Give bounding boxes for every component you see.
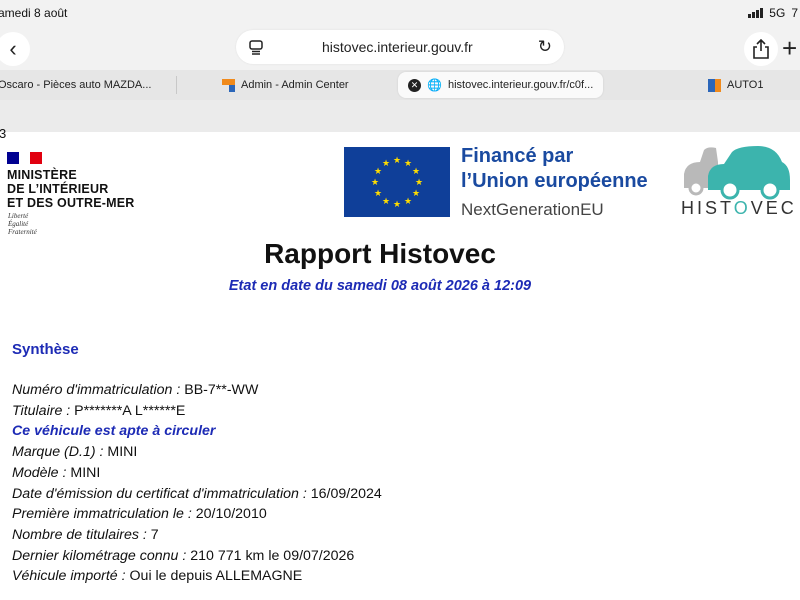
field-label: Date d'émission du certificat d'immatric… — [12, 485, 307, 502]
eu-line: l’Union européenne — [461, 170, 648, 192]
reload-icon[interactable]: ↻ — [538, 37, 552, 57]
tab-oscaro[interactable]: Oscaro - Pièces auto MAZDA... — [0, 70, 151, 100]
tab-label: Admin - Admin Center — [241, 79, 349, 91]
field-value: P*******A L******E — [74, 402, 186, 419]
field-label: Titulaire : — [12, 402, 71, 419]
svg-text:★: ★ — [374, 189, 382, 199]
field-value: 210 771 km le 09/07/2026 — [190, 547, 355, 564]
marianne-logo — [7, 152, 43, 164]
svg-text:★: ★ — [382, 159, 390, 169]
field-value: MINI — [70, 464, 101, 481]
tab-label: Oscaro - Pièces auto MAZDA... — [0, 79, 152, 91]
admin-favicon-icon — [222, 78, 235, 92]
ministry-name: MINISTÈRE DE L’INTÉRIEUR ET DES OUTRE-ME… — [7, 168, 135, 210]
wordmark-part: O — [733, 198, 751, 218]
field-label: Numéro d'immatriculation : — [12, 382, 181, 398]
field-mileage: Dernier kilométrage connu : 210 771 km l… — [12, 546, 382, 567]
motto-line: Égalité — [8, 220, 29, 228]
svg-text:★: ★ — [393, 156, 401, 166]
field-label: Modèle : — [12, 464, 67, 481]
wordmark-part: VEC — [750, 198, 797, 218]
eu-flag-icon: ★ ★★ ★★★ ★★★ ★★★ — [344, 147, 450, 217]
field-brand: Marque (D.1) : MINI — [12, 442, 382, 463]
tab-divider — [176, 76, 177, 94]
motto-line: Liberté — [8, 212, 29, 220]
back-button[interactable]: ‹ — [0, 32, 30, 66]
address-bar[interactable]: histovec.interieur.gouv.fr ↻ — [236, 30, 564, 64]
share-button[interactable] — [744, 32, 778, 66]
field-owner-count: Nombre de titulaires : 7 — [12, 525, 382, 546]
pdf-page: 3 MINISTÈRE DE L’INTÉRIEUR ET DES OUTRE-… — [0, 126, 800, 600]
field-value: BB-7**-WW — [184, 382, 259, 398]
ministry-line: MINISTÈRE — [7, 168, 77, 182]
summary-fields: Numéro d'immatriculation : BB-7**-WW Tit… — [12, 380, 382, 587]
svg-text:★: ★ — [393, 200, 401, 210]
tab-label: histovec.interieur.gouv.fr/c0f... — [447, 79, 594, 91]
tab-auto1[interactable]: AUTO1 — [708, 70, 763, 100]
nextgeneration-label: NextGenerationEU — [461, 200, 604, 219]
status-date: amedi 8 août — [0, 6, 68, 20]
report-date: Etat en date du samedi 08 août 2026 à 12… — [228, 278, 532, 294]
status-indicators: 5G 7 — [748, 6, 798, 20]
field-holder: Titulaire : P*******A L******E — [12, 401, 382, 422]
tab-admin[interactable]: Admin - Admin Center — [222, 70, 349, 100]
page-number: 3 — [0, 126, 7, 141]
svg-text:★: ★ — [382, 197, 390, 207]
histovec-wordmark: HISTOVEC — [681, 198, 797, 219]
field-plate-number: Numéro d'immatriculation : BB-7**-WW — [12, 380, 382, 401]
svg-text:★: ★ — [374, 167, 382, 177]
motto-line: Fraternité — [8, 228, 37, 236]
field-label: Première immatriculation le : — [12, 506, 192, 523]
svg-text:★: ★ — [412, 167, 420, 177]
url-text[interactable]: histovec.interieur.gouv.fr — [322, 39, 473, 55]
svg-text:★: ★ — [371, 178, 379, 188]
field-label: Marque (D.1) : — [12, 444, 104, 461]
wordmark-part: HIST — [681, 198, 734, 218]
field-value: 7 — [150, 526, 159, 543]
field-label: Nombre de titulaires : — [12, 526, 147, 543]
auto1-favicon-icon — [708, 78, 721, 92]
svg-text:★: ★ — [415, 178, 423, 188]
globe-icon: 🌐 — [427, 78, 442, 92]
eu-funding-text: Financé par l’Union européenne — [461, 144, 648, 194]
field-first-registration: Première immatriculation le : 20/10/2010 — [12, 504, 382, 525]
svg-text:★: ★ — [412, 189, 420, 199]
field-label: Ce véhicule est apte à circuler — [12, 423, 216, 440]
network-label: 5G — [769, 6, 786, 20]
field-value: 20/10/2010 — [195, 506, 267, 523]
signal-icon — [748, 8, 764, 18]
field-certificate-date: Date d'émission du certificat d'immatric… — [12, 484, 382, 505]
ministry-line: ET DES OUTRE-MER — [7, 196, 135, 210]
field-model: Modèle : MINI — [12, 463, 382, 484]
section-title: Synthèse — [12, 341, 79, 358]
new-tab-button[interactable]: + — [782, 33, 797, 63]
field-label: Véhicule importé : — [12, 568, 126, 585]
browser-toolbar: ‹ histovec.interieur.gouv.fr ↻ + — [0, 26, 800, 70]
share-icon — [753, 39, 769, 59]
chevron-left-icon: ‹ — [9, 36, 17, 61]
svg-text:★: ★ — [404, 197, 412, 207]
field-label: Dernier kilométrage connu : — [12, 547, 187, 564]
republic-motto: Liberté Égalité Fraternité — [8, 212, 37, 236]
svg-text:★: ★ — [404, 159, 412, 169]
ministry-line: DE L’INTÉRIEUR — [7, 182, 109, 196]
tab-label: AUTO1 — [727, 79, 764, 91]
histovec-car-icon — [684, 146, 790, 200]
field-value: MINI — [107, 444, 138, 461]
page-background — [0, 100, 800, 132]
close-tab-icon[interactable]: ✕ — [408, 78, 421, 92]
field-roadworthy-status: Ce véhicule est apte à circuler — [12, 421, 382, 442]
field-imported: Véhicule importé : Oui le depuis ALLEMAG… — [12, 566, 382, 587]
reader-mode-icon[interactable] — [248, 39, 264, 55]
tab-histovec[interactable]: ✕ 🌐 histovec.interieur.gouv.fr/c0f... — [398, 72, 604, 98]
battery-label: 7 — [791, 6, 798, 20]
field-value: Oui le depuis ALLEMAGNE — [129, 568, 303, 585]
tab-bar: Oscaro - Pièces auto MAZDA... Admin - Ad… — [0, 70, 800, 100]
field-value: 16/09/2024 — [310, 485, 382, 502]
status-bar: amedi 8 août 5G 7 — [0, 0, 800, 26]
eu-line: Financé par — [461, 145, 574, 167]
report-title: Rapport Histovec — [264, 238, 496, 269]
